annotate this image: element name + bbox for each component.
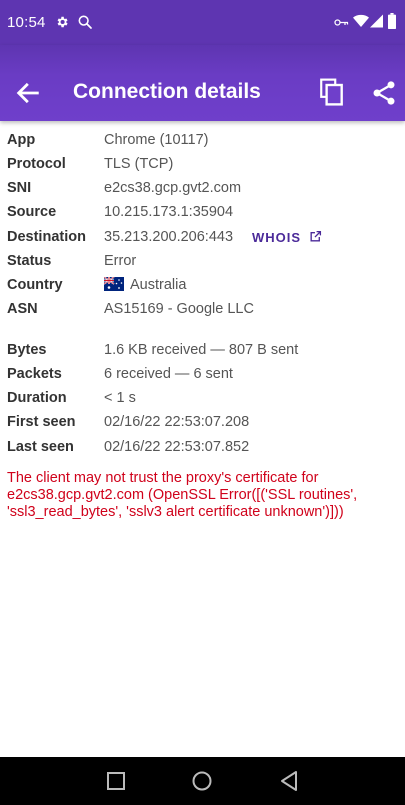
copy-icon[interactable]: [318, 78, 346, 106]
stat-value: 1.6 KB received — 807 B sent: [104, 342, 299, 358]
whois-label: WHOIS: [252, 230, 302, 245]
detail-value: e2cs38.gcp.gvt2.com: [104, 180, 242, 196]
detail-label: Destination: [7, 229, 86, 245]
stat-value: 02/16/22 22:53:07.208: [104, 414, 250, 430]
detail-label: App: [7, 132, 36, 148]
detail-label: Protocol: [7, 156, 66, 172]
stat-value: 6 received — 6 sent: [104, 366, 233, 382]
stat-label: Packets: [7, 366, 62, 382]
detail-row-asn: ASN AS15169 - Google LLC: [0, 301, 405, 323]
stat-value: 02/16/22 22:53:07.852: [104, 439, 250, 455]
stat-label: Last seen: [7, 439, 74, 455]
whois-link[interactable]: WHOIS: [252, 230, 322, 245]
app-bar: Connection details: [0, 45, 405, 121]
search-icon: [78, 15, 92, 29]
cell-signal-icon: [370, 14, 383, 28]
vpn-key-icon: [334, 19, 349, 26]
stat-value: < 1 s: [104, 390, 136, 406]
australia-flag-icon: [104, 277, 124, 291]
system-nav-bar: [0, 757, 405, 805]
detail-value: Error: [104, 253, 137, 269]
detail-label: Source: [7, 204, 57, 220]
stat-row-first-seen: First seen 02/16/22 22:53:07.208: [0, 414, 405, 436]
stat-label: First seen: [7, 414, 76, 430]
stat-label: Duration: [7, 390, 67, 406]
detail-row-app: App Chrome (10117): [0, 132, 405, 154]
detail-value-country: Australia: [104, 277, 186, 293]
detail-value: 35.213.200.206:443: [104, 229, 234, 245]
detail-row-status: Status Error: [0, 253, 405, 275]
detail-value: Chrome (10117): [104, 132, 209, 148]
stat-row-duration: Duration < 1 s: [0, 390, 405, 412]
detail-row-destination: Destination 35.213.200.206:443 WHOIS: [0, 229, 405, 251]
status-bar: 10:54: [0, 0, 405, 45]
country-name: Australia: [130, 277, 187, 293]
detail-row-country: Country Australia: [0, 277, 405, 299]
status-time: 10:54: [7, 14, 46, 31]
stat-row-bytes: Bytes 1.6 KB received — 807 B sent: [0, 342, 405, 364]
back-nav-icon[interactable]: [277, 769, 301, 793]
detail-label: ASN: [7, 301, 38, 317]
stat-label: Bytes: [7, 342, 47, 358]
settings-icon: [57, 16, 68, 28]
detail-row-source: Source 10.215.173.1:35904: [0, 204, 405, 226]
wifi-icon: [353, 14, 369, 27]
share-icon[interactable]: [370, 79, 398, 107]
home-icon[interactable]: [190, 769, 214, 793]
detail-value: TLS (TCP): [104, 156, 174, 172]
battery-icon: [388, 13, 396, 29]
stat-row-packets: Packets 6 received — 6 sent: [0, 366, 405, 388]
detail-row-protocol: Protocol TLS (TCP): [0, 156, 405, 178]
detail-label: Status: [7, 253, 52, 269]
back-arrow-icon[interactable]: [14, 79, 42, 107]
stat-row-last-seen: Last seen 02/16/22 22:53:07.852: [0, 439, 405, 461]
detail-value: 10.215.173.1:35904: [104, 204, 234, 220]
page-title: Connection details: [73, 80, 261, 103]
recent-apps-icon[interactable]: [104, 769, 128, 793]
detail-row-sni: SNI e2cs38.gcp.gvt2.com: [0, 180, 405, 202]
external-link-icon: [310, 230, 321, 242]
detail-value: AS15169 - Google LLC: [104, 301, 254, 317]
detail-label: SNI: [7, 180, 32, 196]
detail-label: Country: [7, 277, 63, 293]
error-message: The client may not trust the proxy's cer…: [7, 470, 358, 520]
